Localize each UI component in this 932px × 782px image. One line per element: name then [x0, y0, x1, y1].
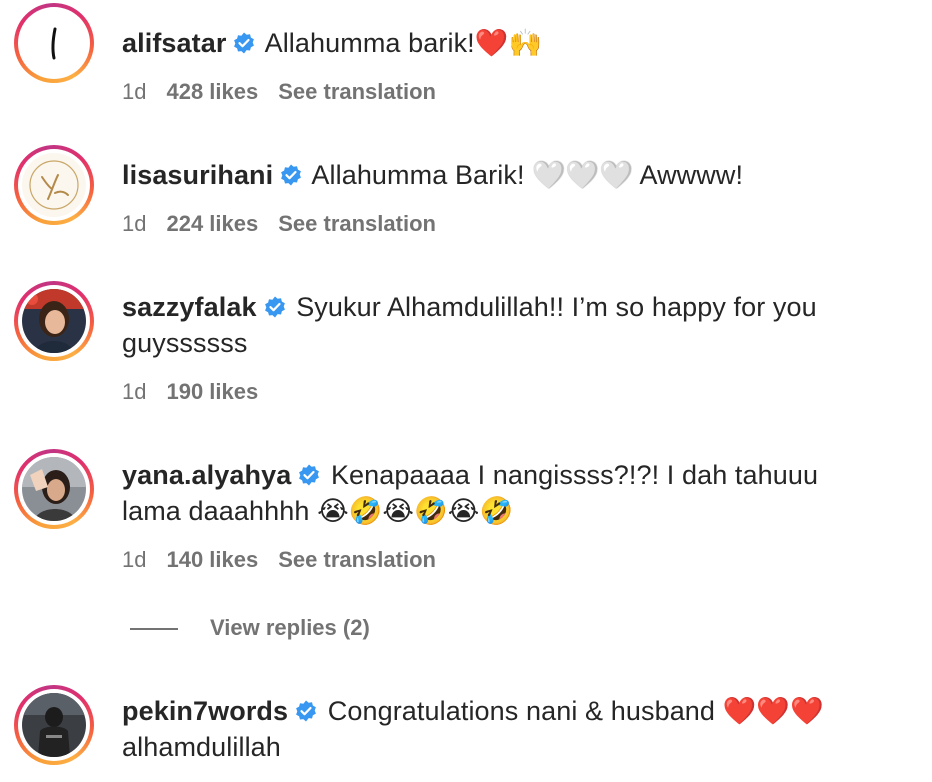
comment-text-line: sazzyfalak Syukur Alhamdulillah!! I’m so…	[122, 289, 892, 361]
verified-badge-icon	[234, 32, 255, 54]
comment-time[interactable]: 1d	[122, 547, 146, 572]
comment-emoji: 🤍🤍🤍	[532, 160, 634, 190]
comment-text-line: lisasurihani Allahumma Barik! 🤍🤍🤍 Awwww!	[122, 157, 892, 193]
comment-emoji: 😭🤣😭🤣😭🤣	[317, 496, 514, 526]
comment-time[interactable]: 1d	[122, 79, 146, 104]
comment-time[interactable]: 1d	[122, 211, 146, 236]
comment-username[interactable]: alifsatar	[122, 28, 226, 58]
comment-body: Kenapaaaa I nangissss?!?! I dah tahuuu	[330, 460, 819, 490]
comment-emoji: ❤️❤️❤️	[722, 696, 824, 726]
comment-likes[interactable]: 140 likes	[166, 547, 258, 572]
comment-meta: 1d 224 likes See translation	[122, 210, 456, 238]
see-translation-button[interactable]: See translation	[278, 547, 436, 572]
see-translation-button[interactable]: See translation	[278, 211, 436, 236]
comment-body: Allahumma Barik!	[311, 160, 525, 190]
comment-text-line: yana.alyahya Kenapaaaa I nangissss?!?! I…	[122, 457, 892, 529]
comment-meta: 1d 140 likes See translation	[122, 546, 456, 574]
avatar[interactable]	[14, 449, 94, 529]
comment-emoji: ❤️🙌	[474, 28, 543, 58]
comment-time[interactable]: 1d	[122, 379, 146, 404]
comment-body: Congratulations nani & husband	[327, 696, 716, 726]
comment-username[interactable]: sazzyfalak	[122, 292, 257, 322]
see-translation-button[interactable]: See translation	[278, 79, 436, 104]
comment-body-extra: Awwww!	[639, 160, 744, 190]
view-replies-button[interactable]: View replies (2)	[130, 614, 370, 642]
avatar[interactable]	[14, 3, 94, 83]
comment-likes[interactable]: 428 likes	[166, 79, 258, 104]
comment-body-line2: lama daaahhhh	[122, 496, 310, 526]
verified-badge-icon	[299, 464, 320, 486]
comment-likes[interactable]: 190 likes	[166, 379, 258, 404]
comment-username[interactable]: lisasurihani	[122, 160, 273, 190]
verified-badge-icon	[281, 164, 302, 186]
comment-meta: 1d 190 likes	[122, 378, 278, 406]
comment-body-line2: guyssssss	[122, 328, 248, 358]
comment-meta: 1d 428 likes See translation	[122, 78, 456, 106]
avatar[interactable]	[14, 281, 94, 361]
comment-body: Syukur Alhamdulillah!! I’m so happy for …	[296, 292, 817, 322]
view-replies-label[interactable]: View replies (2)	[210, 615, 370, 640]
comment-username[interactable]: pekin7words	[122, 696, 288, 726]
comment-likes[interactable]: 224 likes	[166, 211, 258, 236]
avatar[interactable]	[14, 145, 94, 225]
comment-text-line: alifsatar Allahumma barik!❤️🙌	[122, 25, 892, 61]
verified-badge-icon	[296, 700, 317, 722]
comment-text-line: pekin7words Congratulations nani & husba…	[122, 693, 892, 765]
comment-body: Allahumma barik!	[264, 28, 475, 58]
comment-username[interactable]: yana.alyahya	[122, 460, 291, 490]
comment-body-line2: alhamdulillah	[122, 732, 281, 762]
avatar[interactable]	[14, 685, 94, 765]
verified-badge-icon	[264, 296, 285, 318]
replies-divider	[130, 628, 178, 631]
